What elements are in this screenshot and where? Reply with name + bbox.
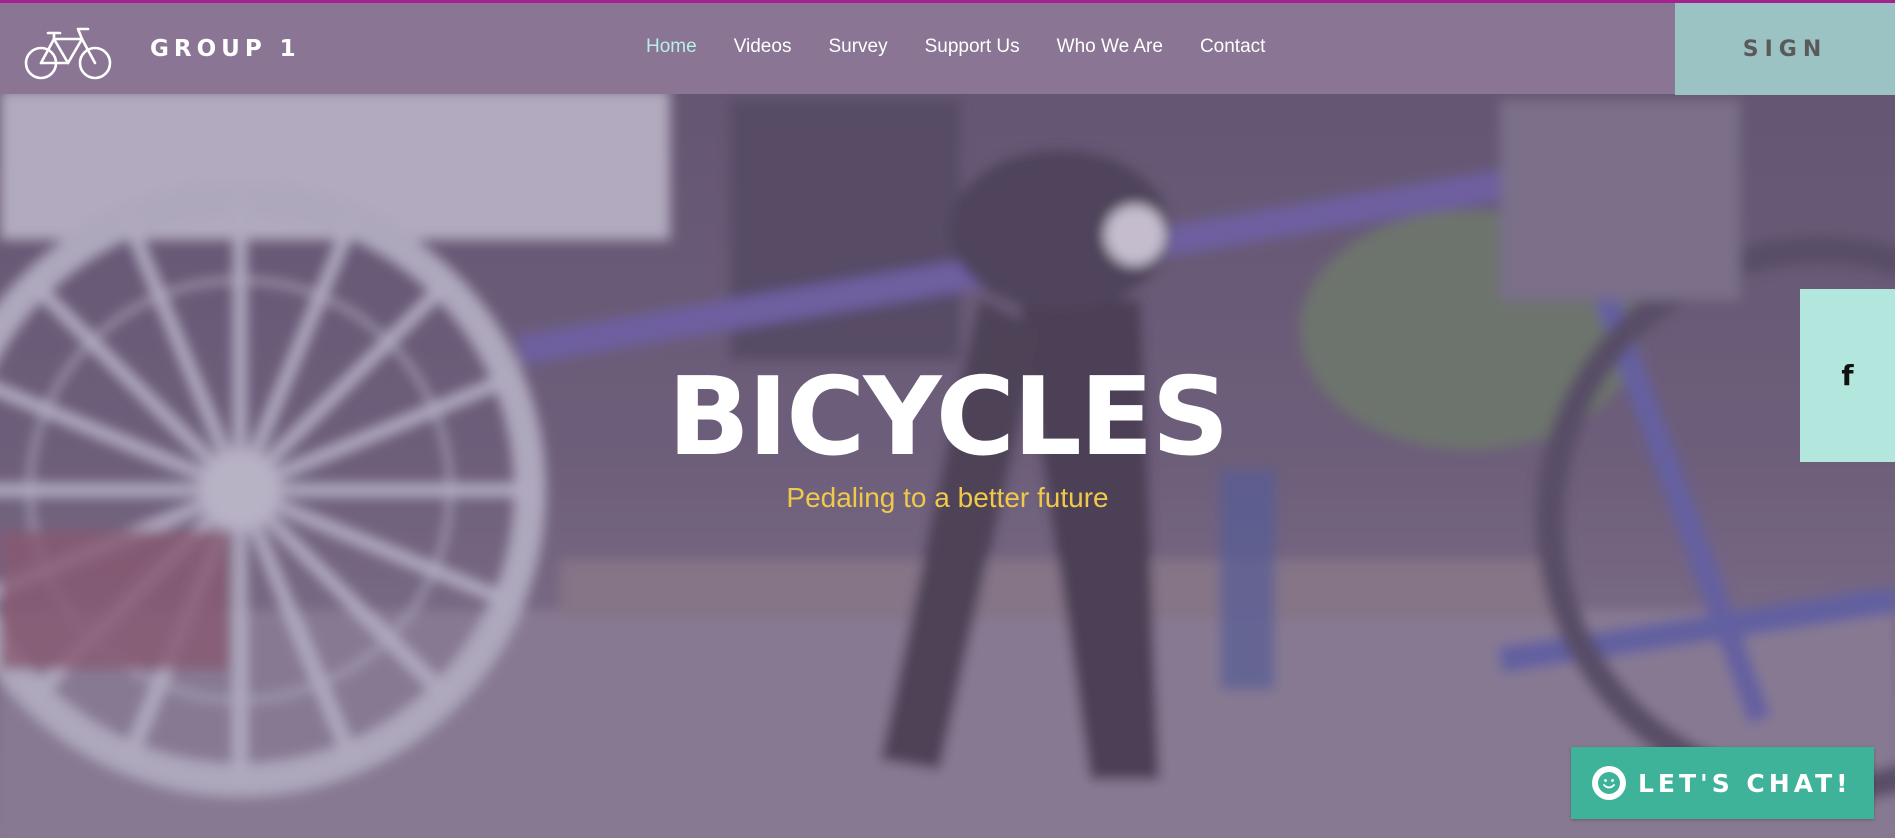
nav-item-survey[interactable]: Survey bbox=[828, 36, 887, 58]
hero-subtitle: Pedaling to a better future bbox=[786, 482, 1109, 513]
smile-icon-graphic bbox=[1598, 772, 1620, 794]
bicycle-logo-graphic bbox=[24, 27, 112, 80]
nav-item-videos[interactable]: Videos bbox=[734, 36, 792, 58]
facebook-share-tab[interactable]: f bbox=[1800, 289, 1895, 462]
sign-button[interactable]: SIGN bbox=[1675, 3, 1895, 95]
page: GROUP 1 Home Videos Survey Support Us Wh… bbox=[0, 0, 1895, 838]
facebook-icon: f bbox=[1841, 359, 1854, 392]
lets-chat-button[interactable]: LET'S CHAT! bbox=[1571, 747, 1874, 819]
nav-item-home[interactable]: Home bbox=[646, 36, 697, 58]
smile-icon bbox=[1592, 766, 1626, 800]
bicycle-icon[interactable] bbox=[24, 25, 112, 81]
site-brand-name[interactable]: GROUP 1 bbox=[150, 36, 301, 62]
nav-item-support-us[interactable]: Support Us bbox=[925, 36, 1020, 58]
top-accent-bar bbox=[0, 0, 1895, 3]
chat-label: LET'S CHAT! bbox=[1638, 768, 1852, 798]
hero-title: BICYCLES bbox=[667, 355, 1230, 480]
nav-item-who-we-are[interactable]: Who We Are bbox=[1057, 36, 1163, 58]
site-header: GROUP 1 Home Videos Survey Support Us Wh… bbox=[0, 3, 1895, 94]
main-nav: Home Videos Survey Support Us Who We Are… bbox=[646, 36, 1265, 58]
nav-item-contact[interactable]: Contact bbox=[1200, 36, 1265, 58]
